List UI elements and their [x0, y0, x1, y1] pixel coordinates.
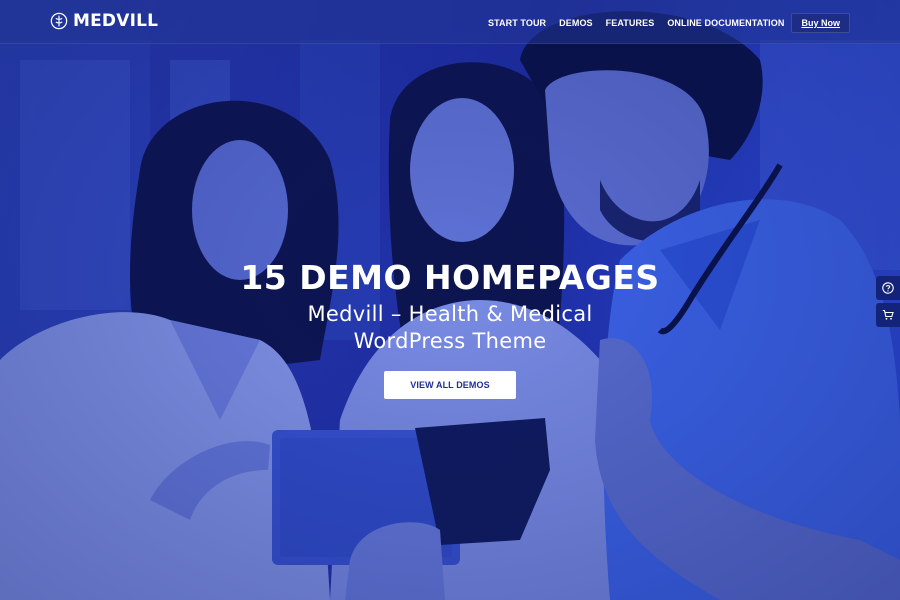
cart-button[interactable] [876, 303, 900, 327]
site-header: MEDVILL START TOUR DEMOS FEATURES ONLINE… [0, 0, 900, 44]
brand-name: MEDVILL [73, 11, 159, 31]
side-widgets [876, 276, 900, 330]
nav-demos[interactable]: DEMOS [559, 18, 593, 28]
hero-subtitle-line-1: Medvill – Health & Medical [307, 302, 593, 326]
medical-emblem-icon [50, 12, 68, 30]
nav-features[interactable]: FEATURES [606, 18, 655, 28]
hero-subtitle-line-2: WordPress Theme [353, 329, 547, 353]
main-nav: START TOUR DEMOS FEATURES ONLINE DOCUMEN… [475, 13, 850, 33]
view-all-demos-button[interactable]: VIEW ALL DEMOS [384, 371, 516, 399]
nav-online-documentation[interactable]: ONLINE DOCUMENTATION [667, 18, 784, 28]
logo[interactable]: MEDVILL [50, 10, 158, 32]
cart-icon [882, 309, 894, 320]
nav-start-tour[interactable]: START TOUR [488, 18, 546, 28]
hero-content: 15 DEMO HOMEPAGES Medvill – Health & Med… [0, 258, 900, 399]
help-button[interactable] [876, 276, 900, 300]
help-icon [882, 282, 894, 294]
hero-title: 15 DEMO HOMEPAGES [240, 258, 660, 297]
buy-now-button[interactable]: Buy Now [791, 13, 850, 33]
